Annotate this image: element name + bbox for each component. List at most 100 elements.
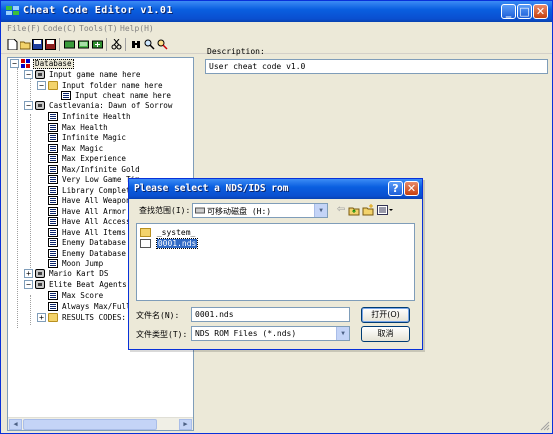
chevron-down-icon[interactable]: ▼ bbox=[314, 204, 327, 217]
tree-node-label: Max Health bbox=[62, 122, 108, 132]
tree-node-label: Have All Armor bbox=[62, 206, 127, 216]
open-icon[interactable] bbox=[20, 39, 31, 50]
close-icon: ✕ bbox=[535, 5, 546, 18]
find-next-icon[interactable] bbox=[144, 39, 155, 50]
expand-icon[interactable]: + bbox=[24, 269, 33, 278]
cheat-icon bbox=[48, 185, 58, 195]
cancel-button[interactable]: 取消 bbox=[361, 326, 410, 342]
window-title: Cheat Code Editor v1.01 bbox=[23, 5, 173, 16]
description-field[interactable]: User cheat code v1.0 bbox=[205, 59, 548, 74]
replace-icon[interactable] bbox=[157, 39, 168, 50]
game-icon bbox=[35, 70, 45, 79]
tree-node-label: Max/Infinite Gold bbox=[62, 164, 140, 174]
collapse-icon[interactable]: − bbox=[24, 280, 33, 289]
up-folder-icon[interactable] bbox=[348, 204, 360, 216]
file-name: _system_ bbox=[156, 228, 196, 237]
collapse-icon[interactable]: − bbox=[37, 81, 46, 90]
title-bar[interactable]: Cheat Code Editor v1.01 _ □ ✕ bbox=[1, 1, 552, 22]
toolbar-separator bbox=[125, 38, 126, 51]
file-list[interactable]: _system_ 0001.nds bbox=[136, 223, 415, 301]
tree-node-label: Input game name here bbox=[49, 70, 141, 79]
toolbar bbox=[1, 36, 552, 54]
look-in-label: 查找范围(I): bbox=[139, 206, 191, 215]
menu-tools[interactable]: Tools(T) bbox=[79, 24, 118, 33]
collapse-icon[interactable]: − bbox=[10, 59, 19, 68]
resize-grip-icon[interactable] bbox=[540, 421, 550, 431]
maximize-icon: □ bbox=[519, 5, 530, 18]
list-item[interactable]: _system_ bbox=[140, 227, 195, 238]
minimize-button[interactable]: _ bbox=[501, 4, 516, 19]
scroll-right-icon[interactable]: ▶ bbox=[179, 419, 192, 430]
cheat-icon bbox=[48, 227, 58, 237]
tree-root-label: Database bbox=[33, 59, 74, 69]
description-label: Description: bbox=[207, 47, 265, 56]
tree-node-label: Max Magic bbox=[62, 143, 104, 153]
menu-bar: File(F) Code(C) Tools(T) Help(H) bbox=[1, 22, 552, 36]
back-icon[interactable]: ⇦ bbox=[335, 204, 347, 216]
cheat-icon bbox=[61, 91, 71, 100]
open-button[interactable]: 打开(O) bbox=[361, 307, 410, 323]
database-icon bbox=[21, 59, 30, 68]
drive-icon bbox=[195, 207, 205, 214]
save-as-icon[interactable] bbox=[45, 39, 56, 50]
new-icon[interactable] bbox=[7, 39, 18, 50]
scrollbar-thumb[interactable] bbox=[23, 419, 157, 430]
look-in-select[interactable]: 可移动磁盘 (H:) ▼ bbox=[192, 203, 328, 218]
filetype-select[interactable]: NDS ROM Files (*.nds) ▼ bbox=[191, 326, 350, 341]
filetype-label: 文件类型(T): bbox=[136, 330, 188, 339]
close-button[interactable]: ✕ bbox=[533, 4, 548, 19]
scroll-left-icon[interactable]: ◀ bbox=[9, 419, 22, 430]
expand-icon[interactable]: + bbox=[37, 313, 46, 322]
cheat-icon bbox=[48, 154, 58, 163]
tree-node-label: Library Complete bbox=[62, 185, 136, 195]
view-menu-icon[interactable] bbox=[377, 204, 393, 216]
game-icon bbox=[35, 101, 45, 110]
filetype-value: NDS ROM Files (*.nds) bbox=[195, 329, 297, 338]
cheat-icon bbox=[48, 196, 58, 205]
add-game-icon[interactable] bbox=[64, 39, 75, 50]
cheat-icon bbox=[48, 112, 58, 121]
game-icon bbox=[35, 280, 45, 289]
tree-node-label: Mario Kart DS bbox=[49, 269, 109, 278]
cheat-icon bbox=[48, 122, 58, 132]
dialog-help-button[interactable]: ? bbox=[388, 181, 403, 196]
new-folder-icon[interactable] bbox=[362, 204, 374, 216]
cut-icon[interactable] bbox=[111, 39, 122, 50]
dialog-close-button[interactable]: ✕ bbox=[404, 181, 419, 196]
save-icon[interactable] bbox=[32, 39, 43, 50]
tree-node-label: Elite Beat Agents bbox=[49, 280, 127, 289]
tree-node-label: Have All Items bbox=[62, 227, 127, 237]
chevron-down-icon[interactable]: ▼ bbox=[336, 327, 349, 340]
add-folder-icon[interactable] bbox=[78, 39, 89, 50]
dialog-title-bar[interactable]: Please select a NDS/IDS rom ? ✕ bbox=[129, 179, 422, 199]
tree-horizontal-scrollbar[interactable]: ◀ ▶ bbox=[8, 417, 193, 430]
tree-node-label: Max Score bbox=[62, 291, 104, 300]
cheat-icon bbox=[48, 238, 58, 247]
list-item-selected[interactable]: 0001.nds bbox=[140, 238, 199, 249]
add-cheat-icon[interactable] bbox=[92, 39, 103, 50]
menu-help[interactable]: Help(H) bbox=[120, 24, 154, 33]
file-name: 0001.nds bbox=[155, 238, 199, 249]
filename-label: 文件名(N): bbox=[136, 311, 180, 320]
tree-node-label: RESULTS CODES: bbox=[62, 313, 127, 322]
tree-node-label: Moon Jump bbox=[62, 259, 104, 268]
menu-file[interactable]: File(F) bbox=[7, 24, 41, 33]
collapse-icon[interactable]: − bbox=[24, 101, 33, 110]
find-icon[interactable] bbox=[131, 39, 142, 50]
cheat-icon bbox=[48, 248, 58, 258]
filename-input[interactable]: 0001.nds bbox=[191, 307, 350, 322]
cheat-icon bbox=[48, 217, 58, 226]
minimize-icon: _ bbox=[505, 5, 512, 18]
menu-code[interactable]: Code(C) bbox=[43, 24, 77, 33]
tree-node-label: Infinite Magic bbox=[62, 133, 127, 142]
cheat-icon bbox=[48, 206, 58, 216]
tree-guide bbox=[30, 295, 31, 325]
collapse-icon[interactable]: − bbox=[24, 70, 33, 79]
tree-node-label: Input folder name here bbox=[62, 81, 163, 90]
tree-node-label: Max Experience bbox=[62, 154, 127, 163]
tree-node-label: Castlevania: Dawn of Sorrow bbox=[49, 101, 173, 110]
maximize-button[interactable]: □ bbox=[517, 4, 532, 19]
game-icon bbox=[35, 269, 45, 278]
app-icon bbox=[6, 6, 19, 15]
cheat-icon bbox=[48, 302, 58, 311]
